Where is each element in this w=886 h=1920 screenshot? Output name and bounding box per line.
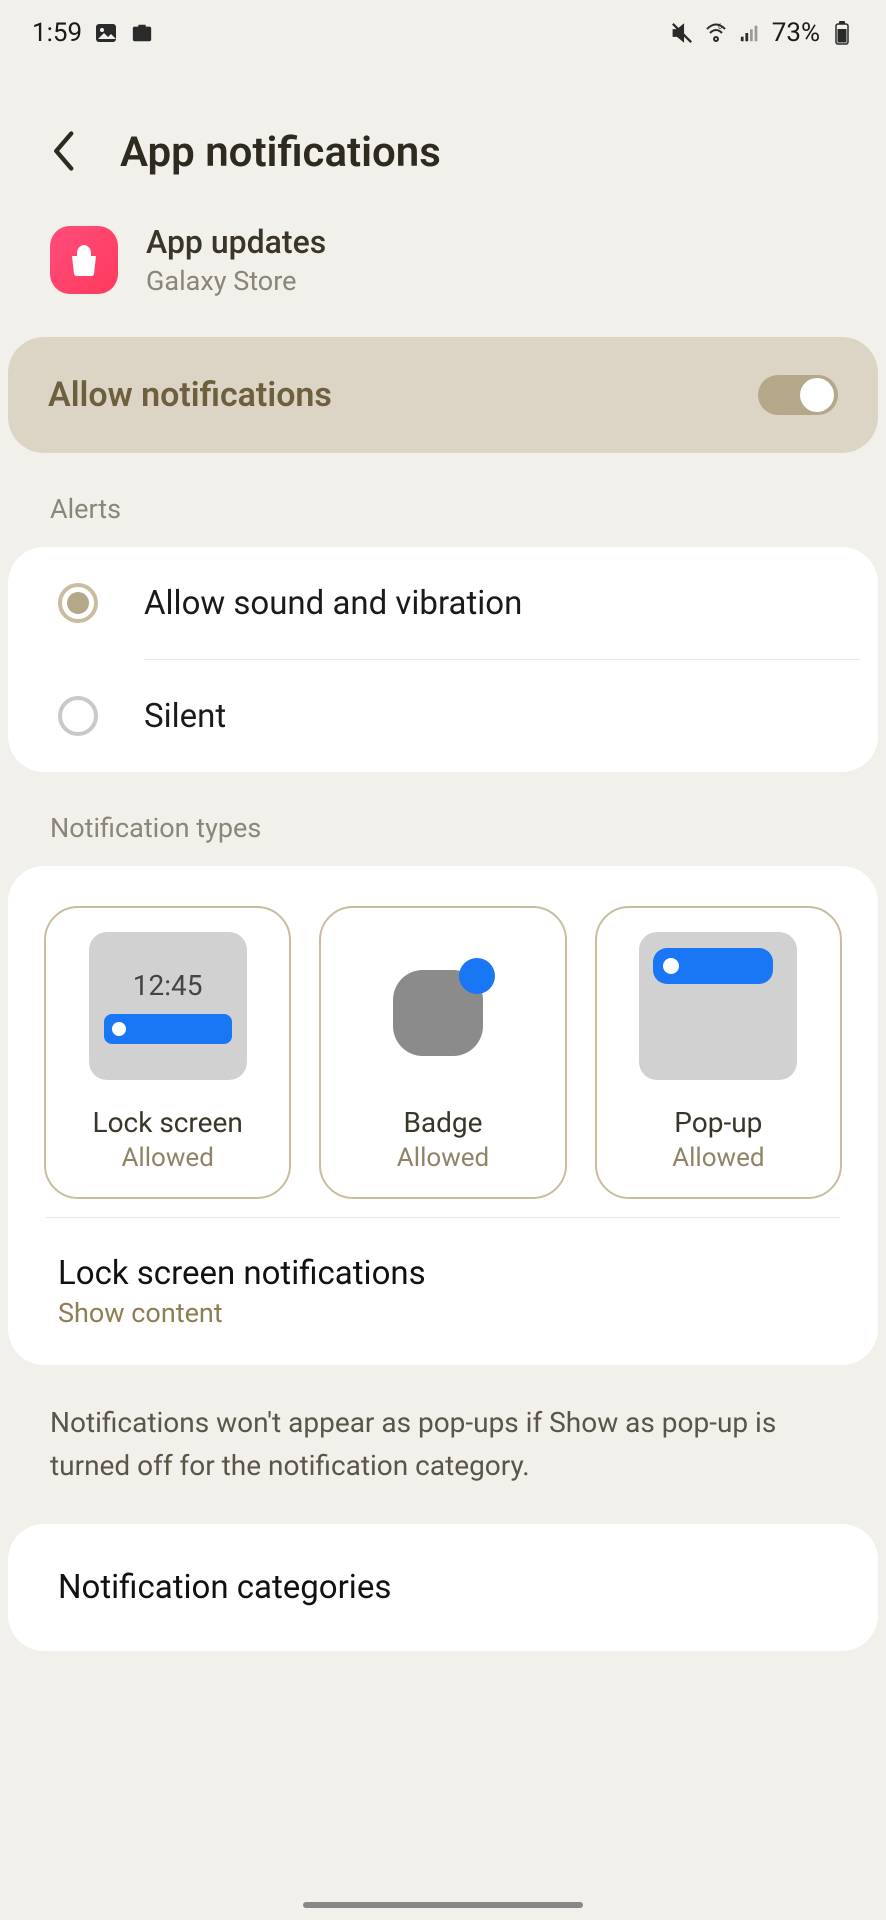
status-left: 1:59 xyxy=(32,18,154,48)
type-status: Allowed xyxy=(121,1143,213,1173)
app-name: App updates xyxy=(146,223,326,261)
type-status: Allowed xyxy=(672,1143,764,1173)
setting-subtitle: Show content xyxy=(58,1297,828,1329)
allow-notifications-card: Allow notifications xyxy=(8,337,878,453)
battery-icon xyxy=(830,21,854,45)
status-bar: 1:59 6 73% xyxy=(0,0,886,58)
badge-preview xyxy=(363,932,523,1080)
type-card-lockscreen[interactable]: 12:45 Lock screen Allowed xyxy=(44,906,291,1199)
toggle-knob xyxy=(800,378,834,412)
app-text: App updates Galaxy Store xyxy=(146,223,326,297)
alert-option-silent[interactable]: Silent xyxy=(8,660,878,772)
setting-title: Lock screen notifications xyxy=(58,1254,828,1293)
allow-notifications-toggle[interactable] xyxy=(758,375,838,415)
type-status: Allowed xyxy=(397,1143,489,1173)
type-title: Pop-up xyxy=(674,1106,762,1139)
notification-types-card: 12:45 Lock screen Allowed Badge Allowed xyxy=(8,866,878,1365)
types-section-label: Notification types xyxy=(0,772,886,866)
notification-categories-title: Notification categories xyxy=(58,1568,828,1607)
battery-percent: 73% xyxy=(772,18,820,48)
page-header: App notifications xyxy=(0,58,886,207)
type-card-badge[interactable]: Badge Allowed xyxy=(319,906,566,1199)
briefcase-icon xyxy=(130,21,154,45)
page-title: App notifications xyxy=(120,128,441,177)
lockscreen-notifications-setting[interactable]: Lock screen notifications Show content xyxy=(8,1218,878,1365)
radio-unselected-icon xyxy=(58,696,98,736)
app-icon xyxy=(50,226,118,294)
info-text: Notifications won't appear as pop-ups if… xyxy=(0,1365,886,1524)
type-title: Badge xyxy=(403,1106,482,1139)
back-button[interactable] xyxy=(50,131,80,175)
home-indicator[interactable] xyxy=(303,1902,583,1908)
type-card-popup[interactable]: Pop-up Allowed xyxy=(595,906,842,1199)
image-icon xyxy=(94,21,118,45)
type-title: Lock screen xyxy=(92,1106,242,1139)
lockscreen-bar-icon xyxy=(104,1014,232,1044)
popup-bar-icon xyxy=(653,948,773,984)
badge-dot-icon xyxy=(459,958,495,994)
alert-option-sound-vibration[interactable]: Allow sound and vibration xyxy=(8,547,878,659)
notification-categories-card[interactable]: Notification categories xyxy=(8,1524,878,1651)
allow-notifications-label: Allow notifications xyxy=(48,375,332,415)
signal-icon xyxy=(738,21,762,45)
lockscreen-time: 12:45 xyxy=(133,969,203,1002)
mute-icon xyxy=(670,21,694,45)
lockscreen-preview: 12:45 xyxy=(88,932,248,1080)
svg-text:6: 6 xyxy=(718,23,722,31)
alerts-section-label: Alerts xyxy=(0,453,886,547)
status-right: 6 73% xyxy=(670,18,854,48)
popup-preview xyxy=(638,932,798,1080)
app-source: Galaxy Store xyxy=(146,265,326,297)
status-time: 1:59 xyxy=(32,18,82,48)
wifi-icon: 6 xyxy=(704,21,728,45)
app-info: App updates Galaxy Store xyxy=(0,207,886,337)
alert-option-label: Allow sound and vibration xyxy=(144,584,522,623)
alerts-card: Allow sound and vibration Silent xyxy=(8,547,878,772)
radio-selected-icon xyxy=(58,583,98,623)
types-grid: 12:45 Lock screen Allowed Badge Allowed xyxy=(8,866,878,1199)
alert-option-label: Silent xyxy=(144,697,226,736)
